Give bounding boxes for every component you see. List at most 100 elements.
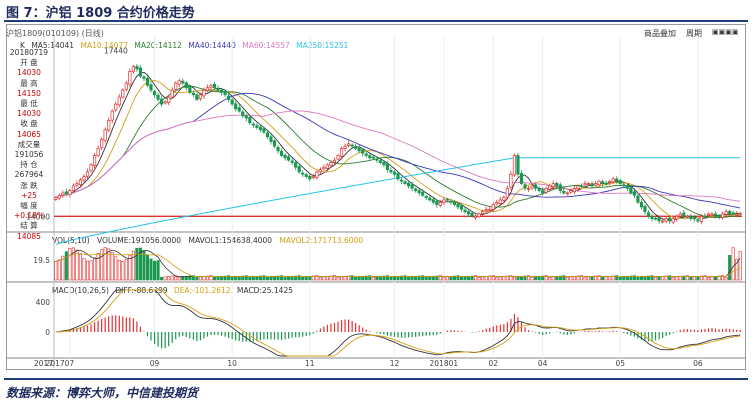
candle-body — [650, 216, 654, 219]
volume-bar — [336, 276, 340, 281]
volume-bar — [530, 276, 534, 281]
candle-body — [202, 89, 206, 97]
candle-body — [304, 174, 308, 177]
candle-body — [541, 190, 545, 194]
candle-body — [301, 172, 305, 175]
volume-bar — [692, 276, 696, 281]
candle-body — [336, 155, 340, 160]
volume-bar — [375, 276, 379, 281]
candle-body — [551, 183, 555, 187]
volume-bar — [654, 276, 658, 281]
candle-body — [572, 187, 576, 193]
volume-bar — [68, 248, 72, 281]
candle-body — [89, 164, 93, 172]
candle-body — [710, 213, 714, 216]
volume-bar — [431, 276, 435, 281]
volume-bar — [234, 276, 238, 281]
candle-body — [329, 162, 333, 166]
candle-body — [234, 103, 238, 110]
x-tick-label: 201707 — [46, 359, 75, 368]
volume-bar — [583, 276, 587, 281]
candle-body — [601, 181, 605, 184]
candle-body — [675, 215, 679, 220]
candle-body — [399, 179, 404, 182]
x-tick-label: 09 — [150, 359, 160, 368]
candle-body — [558, 184, 562, 191]
candle-body — [357, 147, 361, 152]
candle-body — [177, 80, 181, 85]
volume-bar — [54, 260, 58, 281]
candle-body — [735, 213, 739, 216]
candle-body — [378, 160, 382, 163]
candle-body — [145, 78, 150, 86]
volume-bar — [170, 275, 174, 281]
volume-bar — [463, 276, 467, 281]
volume-bar — [128, 255, 132, 281]
candle-body — [248, 117, 252, 124]
ma40-line — [55, 92, 741, 209]
candle-body — [728, 210, 732, 215]
volume-bar — [410, 276, 414, 281]
volume-bar — [117, 259, 121, 281]
candle-body — [583, 183, 587, 186]
candle-body — [657, 217, 661, 222]
candle-body — [668, 217, 672, 222]
candle-body — [544, 187, 548, 193]
candle-body — [671, 218, 675, 223]
volume-bar — [608, 276, 612, 281]
volume-bar — [537, 276, 541, 281]
candle-body — [216, 88, 220, 91]
volume-bar — [57, 259, 61, 281]
volume-bar — [565, 276, 569, 281]
candle-body — [452, 202, 457, 205]
candle-body — [347, 143, 351, 146]
volume-tick-label: 19.5 — [33, 256, 50, 265]
candle-body — [114, 103, 118, 111]
candle-body — [110, 110, 114, 121]
volume-bar — [572, 276, 576, 281]
volume-bar — [678, 276, 682, 281]
volume-bar — [308, 276, 312, 281]
candle-body — [586, 183, 591, 185]
volume-bar — [354, 276, 358, 281]
candle-body — [315, 171, 319, 178]
candle-body — [78, 179, 83, 186]
volume-bar — [661, 276, 665, 281]
candle-body — [85, 171, 90, 177]
candle-body — [449, 200, 453, 203]
volume-bar — [167, 276, 171, 281]
candle-body — [636, 195, 640, 203]
volume-bar — [202, 276, 206, 281]
y-tick-label: 14000 — [26, 212, 50, 221]
volume-bar — [459, 276, 464, 281]
candle-body — [643, 205, 647, 212]
candle-body — [124, 82, 128, 90]
x-tick-label: 10 — [227, 359, 237, 368]
x-tick-label: 201801 — [430, 359, 459, 368]
volume-bar — [696, 276, 700, 281]
candle-body — [131, 66, 135, 73]
volume-bar — [516, 276, 520, 281]
candle-body — [459, 205, 464, 210]
price-annotation: 17440 — [104, 46, 128, 55]
candle-body — [463, 209, 467, 212]
candle-body — [354, 146, 358, 149]
volume-bar — [738, 251, 742, 281]
candle-body — [276, 146, 280, 152]
volume-bar — [272, 276, 277, 281]
volume-bar — [322, 276, 326, 281]
candle-body — [265, 132, 270, 138]
candle-body — [241, 111, 245, 117]
volume-bar — [731, 247, 735, 281]
volume-bar — [484, 276, 488, 281]
candle-body — [653, 217, 658, 220]
candle-body — [371, 156, 375, 159]
volume-bar — [706, 276, 711, 281]
volume-bar — [622, 276, 626, 281]
volume-bar — [449, 276, 453, 281]
volume-bar — [304, 276, 308, 281]
candle-body — [491, 204, 495, 210]
candle-body — [406, 182, 411, 187]
candle-body — [121, 89, 125, 98]
candle-body — [421, 191, 425, 196]
